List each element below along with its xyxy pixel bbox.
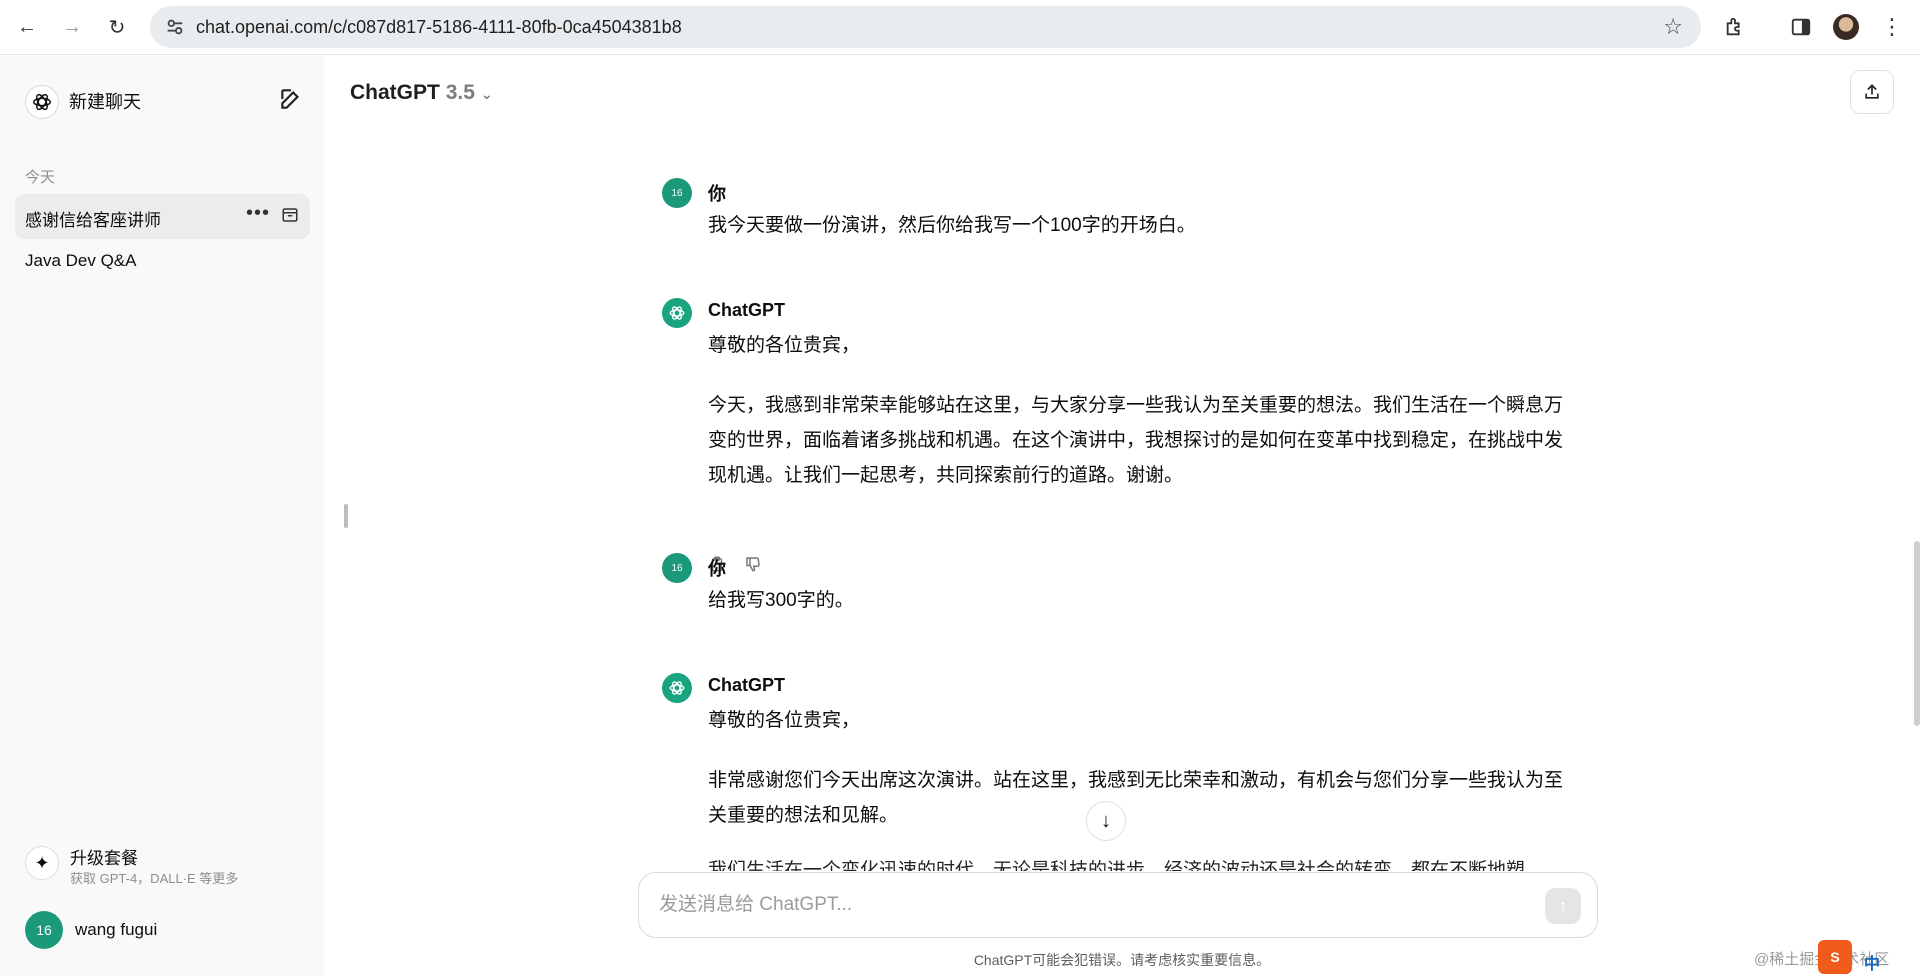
message-author: ChatGPT [708,675,786,695]
extensions-icon[interactable] [1720,12,1750,42]
message-text: 尊敬的各位贵宾， [708,710,861,731]
section-label-today: 今天 [25,169,56,186]
model-selector[interactable]: ChatGPT 3.5 ⌄ [350,81,493,105]
user-menu[interactable]: 16 wang fugui [25,911,157,949]
conversation-item[interactable]: 感谢信给客座讲师 ••• [15,194,310,239]
share-icon [1865,84,1879,99]
share-button[interactable] [1850,70,1894,114]
upgrade-subtitle: 获取 GPT-4，DALL·E 等更多 [70,871,239,886]
message-composer[interactable]: ↑ [638,872,1598,938]
message-author: ChatGPT [708,300,786,320]
chatgpt-logo-icon [662,673,692,703]
openai-logo-icon[interactable] [25,85,59,119]
archive-icon[interactable] [281,206,299,224]
avatar: 16 [662,553,692,583]
more-menu-icon[interactable]: ⋮ [1877,12,1907,42]
sidebar-resize-handle[interactable] [344,504,348,528]
message-text-partial: 我们生活在一个变化迅速的时代，无论是科技的进步、经济的波动还是社会的转变，都在不… [708,860,1526,871]
bookmark-star-icon[interactable]: ☆ [1663,14,1683,40]
chevron-down-icon: ⌄ [480,86,493,102]
avatar: 16 [662,178,692,208]
scrollbar-thumb[interactable] [1914,541,1920,726]
url-text: chat.openai.com/c/c087d817-5186-4111-80f… [196,17,682,37]
upgrade-title: 升级套餐 [70,849,138,868]
message-input[interactable] [659,889,1539,921]
message-text: 给我写300字的。 [708,590,854,611]
conversation-title: Java Dev Q&A [25,251,137,270]
chatgpt-logo-icon [662,298,692,328]
message-text: 我今天要做一份演讲，然后你给我写一个100字的开场白。 [708,215,1196,236]
model-name: ChatGPT [350,81,440,104]
reload-icon[interactable]: ↻ [102,12,132,42]
forward-icon[interactable]: → [57,12,87,42]
ime-indicator[interactable]: 中 [1864,950,1880,974]
browser-toolbar: ← → ↻ chat.openai.com/c/c087d817-5186-41… [0,0,1920,55]
sidebar: 新建聊天 今天 感谢信给客座讲师 ••• Java Dev Q&A ✦ 升级套餐… [0,56,324,976]
model-version: 3.5 [445,81,475,104]
side-panel-icon[interactable] [1786,12,1816,42]
sparkle-icon: ✦ [25,846,59,880]
send-button[interactable]: ↑ [1545,888,1581,924]
disclaimer-text: ChatGPT可能会犯错误。请考虑核实重要信息。 [973,952,1271,968]
profile-avatar[interactable] [1833,14,1859,40]
avatar: 16 [25,911,63,949]
csdn-logo-icon: S [1818,940,1852,974]
scroll-to-bottom-button[interactable]: ↓ [1086,801,1126,841]
back-icon[interactable]: ← [12,12,42,42]
site-settings-icon[interactable] [164,16,186,38]
message-author: 你 [708,559,726,579]
message-text: 尊敬的各位贵宾， [708,335,861,356]
more-options-icon[interactable]: ••• [246,202,270,225]
message-text: 非常感谢您们今天出席这次演讲。站在这里，我感到无比荣幸和激动，有机会与您们分享一… [708,770,1564,826]
user-name: wang fugui [75,920,158,939]
conversation-title: 感谢信给客座讲师 [25,211,161,230]
new-chat-edit-icon[interactable] [278,86,304,112]
address-bar[interactable]: chat.openai.com/c/c087d817-5186-4111-80f… [150,6,1701,48]
message-text: 今天，我感到非常荣幸能够站在这里，与大家分享一些我认为至关重要的想法。我们生活在… [708,395,1564,486]
message-author: 你 [708,184,726,204]
new-chat-button[interactable]: 新建聊天 [69,88,141,114]
conversation-item[interactable]: Java Dev Q&A [15,239,310,284]
thumbs-down-icon[interactable] [744,555,762,573]
chat-main: ChatGPT 3.5 ⌄ 16 你 我今天要做一份演讲，然后你给我写一个100字… [324,56,1920,976]
